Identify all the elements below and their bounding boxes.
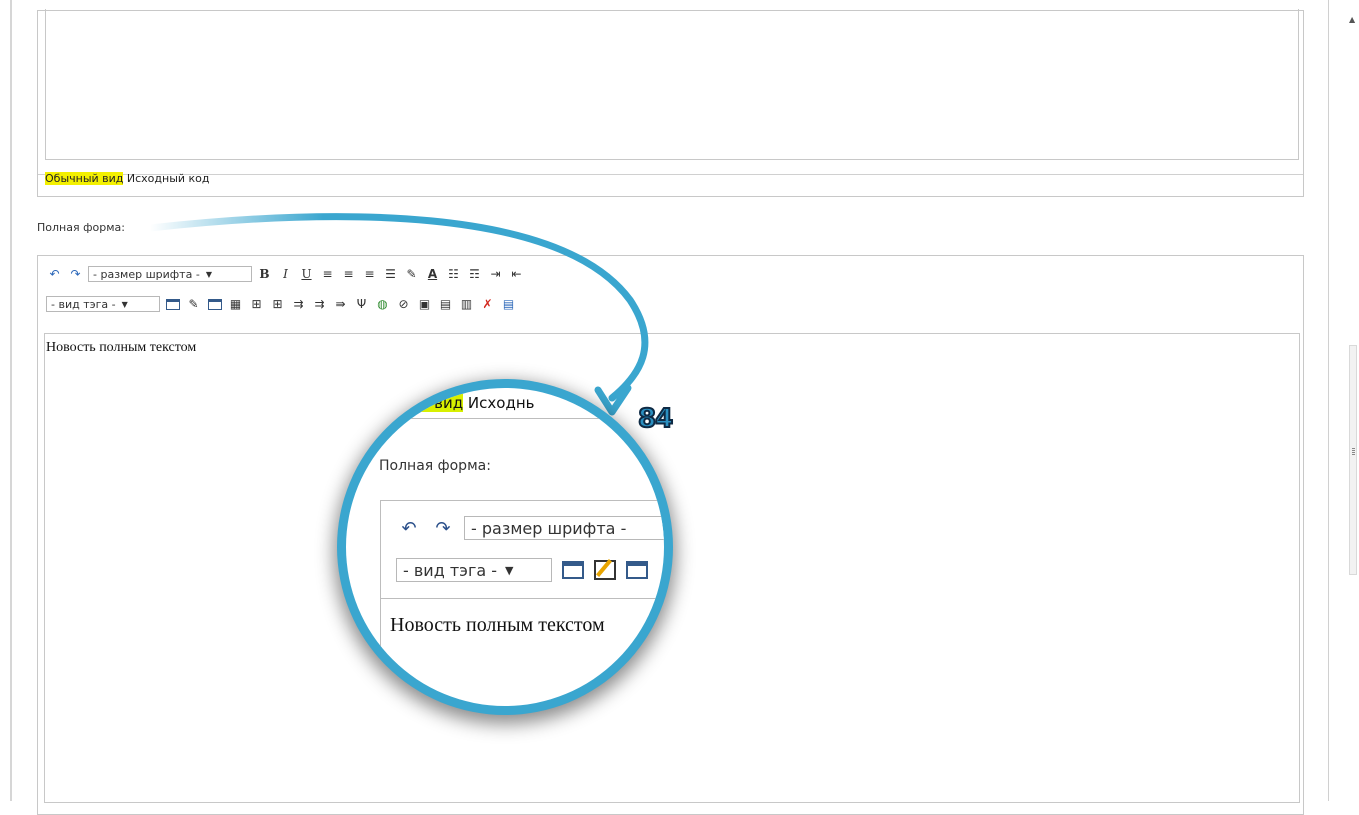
lens-full-form-label: Полная форма:: [379, 458, 491, 474]
lens-font-size-select-value: - размер шрифта -: [471, 518, 627, 538]
lens-frame-line: [386, 388, 387, 418]
callout-arrow: [146, 213, 649, 416]
lens-mode-tab-visual: ный вид: [398, 394, 464, 412]
lens-cell-properties-icon: [626, 561, 648, 579]
lens-divider: [346, 418, 664, 419]
lens-undo-icon: ↶: [401, 517, 417, 539]
lens-insert-table-icon: [562, 561, 584, 579]
lens-toolbar-row-1: ↶ ↷ - размер шрифта -: [396, 516, 664, 540]
lens-editor-border: [380, 598, 381, 706]
lens-toolbar-row-2: - вид тэга - ▼: [396, 558, 648, 582]
lens-redo-icon: ↷: [435, 517, 451, 539]
lens-tag-type-select-value: - вид тэга -: [403, 560, 498, 580]
lens-font-size-select: - размер шрифта -: [464, 516, 664, 540]
magnifier-lens: ный вид Исходнь Полная форма: ↶ ↷ - разм…: [346, 388, 664, 706]
lens-mode-tabs: ный вид Исходнь: [398, 394, 534, 412]
lens-table-properties-icon: [594, 560, 616, 580]
step-number-badge: 84: [637, 403, 674, 435]
lens-mode-tab-source: Исходнь: [467, 394, 535, 412]
chevron-down-icon: ▼: [505, 563, 514, 577]
lens-tag-type-select: - вид тэга - ▼: [396, 558, 552, 582]
lens-editor-text: Новость полным текстом: [390, 614, 605, 636]
